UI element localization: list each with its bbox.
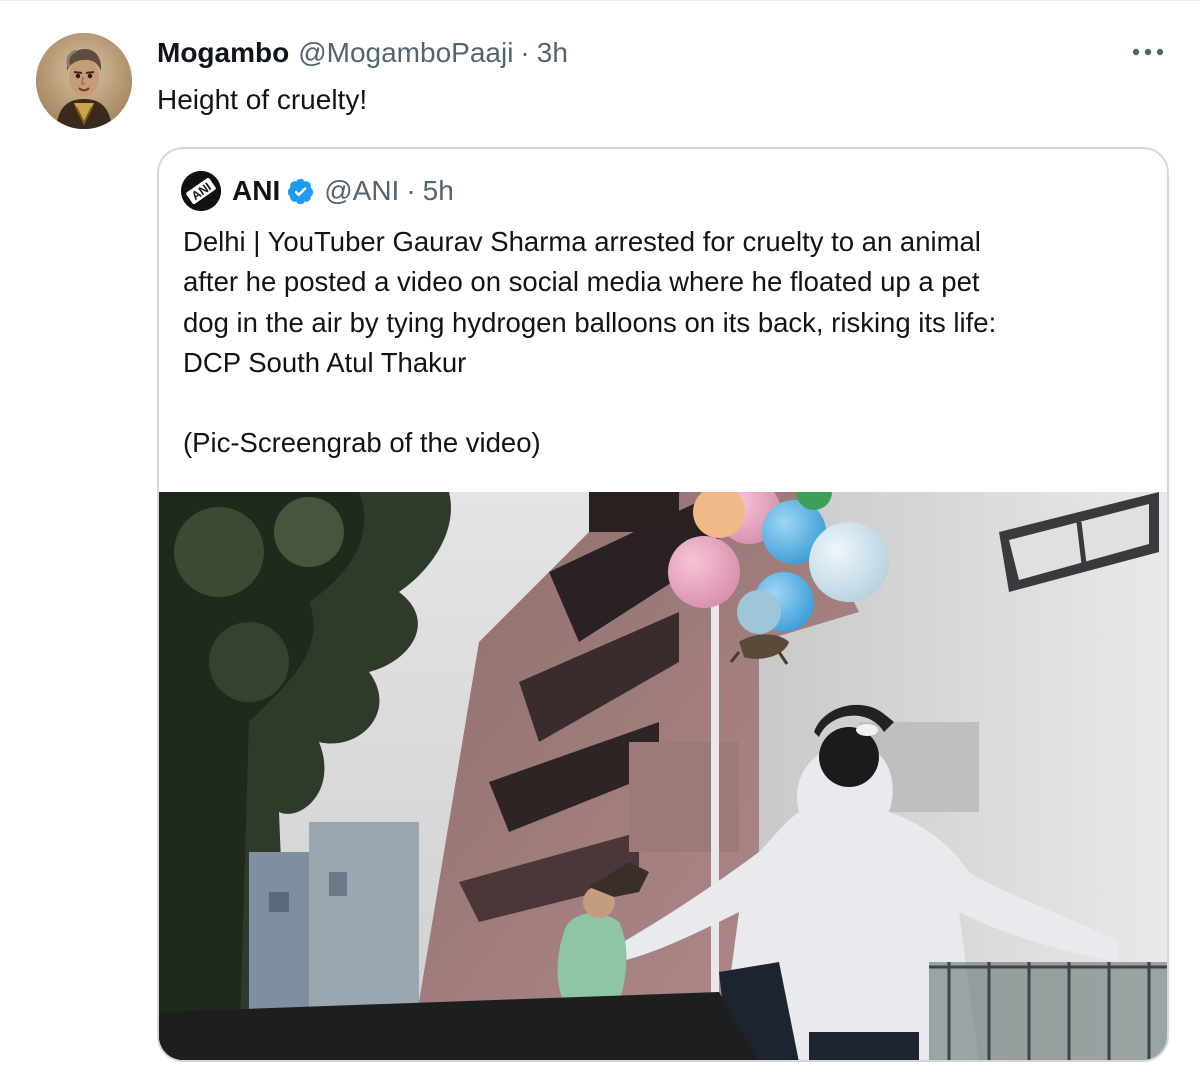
quoted-tweet-header: ANI ANI @ANI · 5h: [181, 171, 454, 211]
separator-dot: ·: [520, 37, 530, 68]
quoted-text-line: DCP South Atul Thakur: [183, 346, 467, 378]
quoted-display-name[interactable]: ANI: [232, 175, 280, 207]
ani-avatar-icon[interactable]: ANI: [181, 171, 221, 211]
display-name[interactable]: Mogambo: [157, 37, 289, 69]
quoted-separator-dot: ·: [406, 175, 416, 206]
tweet-card[interactable]: Mogambo @MogamboPaaji · 3h Height of cru…: [0, 0, 1200, 1083]
quoted-text-line: dog in the air by tying hydrogen balloon…: [183, 306, 997, 338]
quoted-tweet-text: Delhi | YouTuber Gaurav Sharma arrested …: [183, 222, 1153, 463]
profile-avatar-icon[interactable]: [36, 33, 132, 129]
quoted-tweet[interactable]: ANI ANI @ANI · 5h Delhi | YouTuber Gaura…: [157, 147, 1169, 1062]
quoted-text-line: Delhi | YouTuber Gaurav Sharma arrested …: [183, 226, 981, 257]
tweet-text: Height of cruelty!: [157, 84, 368, 115]
more-options-icon[interactable]: [1130, 39, 1166, 65]
timestamp[interactable]: 3h: [537, 37, 568, 69]
quoted-text-line: after he posted a video on social media …: [183, 266, 980, 298]
verified-badge-icon: [286, 177, 315, 206]
quoted-user-handle[interactable]: @ANI: [324, 175, 399, 207]
quoted-timestamp[interactable]: 5h: [423, 175, 454, 207]
quoted-text-caption: (Pic-Screengrab of the video): [183, 427, 541, 459]
video-screengrab-image[interactable]: [159, 492, 1167, 1060]
tweet-header: Mogambo @MogamboPaaji · 3h: [157, 35, 568, 71]
user-handle[interactable]: @MogamboPaaji: [298, 37, 513, 69]
